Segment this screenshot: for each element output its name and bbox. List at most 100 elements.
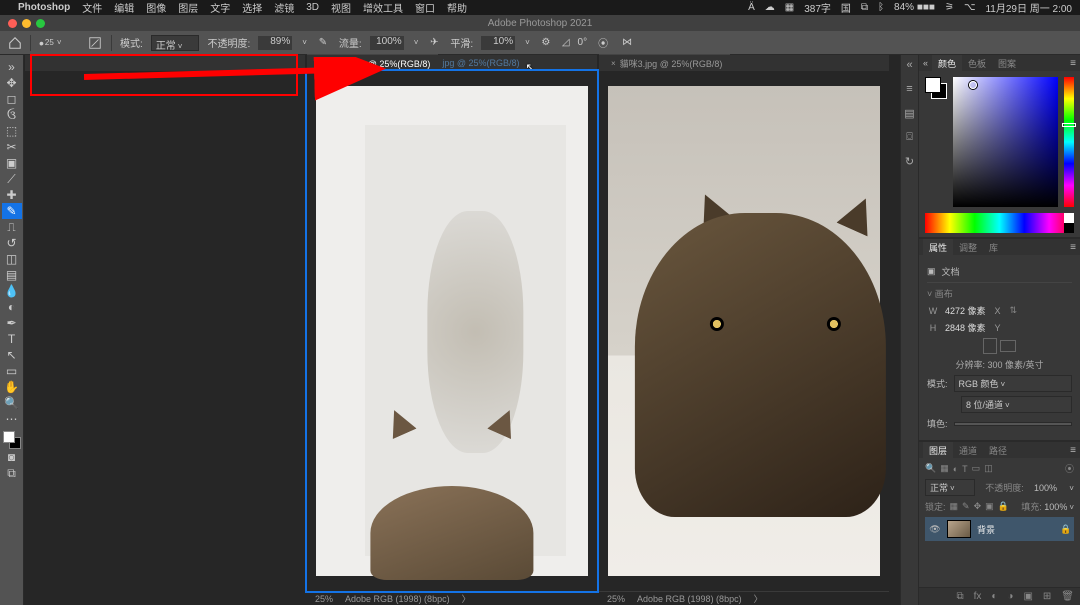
dock-panel-icon[interactable]: ↻ — [903, 155, 917, 169]
screen-mode-icon[interactable]: ⧉ — [2, 465, 22, 481]
menu-image[interactable]: 图像 — [146, 0, 166, 15]
pressure-opacity-icon[interactable]: ✎ — [315, 35, 331, 51]
tab-properties[interactable]: 属性 — [923, 239, 953, 256]
dock-panel-icon[interactable]: ▤ — [903, 107, 917, 121]
move-tool[interactable]: ✥ — [2, 75, 22, 91]
healing-brush-tool[interactable]: ✚ — [2, 187, 22, 203]
canvas-height[interactable]: 2848 像素 — [945, 321, 986, 334]
pressure-size-icon[interactable]: ⦿ — [595, 35, 611, 51]
color-mode-select[interactable]: RGB 颜色 — [954, 375, 1072, 392]
document-pane-1[interactable] — [25, 55, 305, 605]
document-tab-3[interactable]: × 貓咪3.jpg @ 25%(RGB/8) — [599, 54, 730, 72]
tab-swatches[interactable]: 色板 — [962, 55, 992, 72]
delete-layer-icon[interactable]: 🗑 — [1061, 591, 1074, 602]
dodge-tool[interactable]: ◐ — [2, 299, 22, 315]
gradient-tool[interactable]: ▤ — [2, 267, 22, 283]
canvas-3[interactable] — [599, 71, 889, 591]
lock-transparency-icon[interactable]: ▦ — [950, 501, 959, 512]
color-profile[interactable]: Adobe RGB (1998) (8bpc) — [637, 594, 742, 604]
menu-type[interactable]: 文字 — [210, 0, 230, 15]
tab-close-icon[interactable]: × — [611, 59, 616, 68]
crop-tool[interactable]: ✂ — [2, 139, 22, 155]
eyedropper-tool[interactable]: ⟋ — [2, 171, 22, 187]
window-zoom[interactable] — [36, 19, 45, 28]
menu-layer[interactable]: 图层 — [178, 0, 198, 15]
smoothing-input[interactable]: 10% — [481, 36, 515, 50]
history-brush-tool[interactable]: ↺ — [2, 235, 22, 251]
fill-color-select[interactable] — [954, 422, 1072, 426]
marquee-tool[interactable]: ◻ — [2, 91, 22, 107]
layer-lock-icon[interactable]: 🔒 — [1060, 524, 1070, 535]
link-layers-icon[interactable]: ⧉ — [956, 591, 963, 602]
clock[interactable]: 11月29日 周一 2:00 — [985, 0, 1072, 15]
color-swatches[interactable] — [3, 431, 21, 449]
brush-preset-picker[interactable]: • 25 — [39, 34, 79, 52]
flag-icon[interactable]: 国 — [841, 0, 851, 15]
menu-window[interactable]: 窗口 — [415, 0, 435, 15]
tab-close-icon[interactable]: × — [319, 59, 324, 68]
panel-menu-icon[interactable]: ≡ — [1070, 58, 1076, 69]
filter-shape-icon[interactable]: ▭ — [972, 463, 981, 474]
layer-mask-icon[interactable]: ◐ — [991, 591, 997, 602]
spectrum-bar[interactable] — [925, 213, 1074, 233]
tab-color[interactable]: 颜色 — [932, 55, 962, 72]
window-close[interactable] — [8, 19, 17, 28]
home-button[interactable] — [8, 36, 22, 50]
opacity-input[interactable]: 89% — [258, 36, 292, 50]
quick-mask-icon[interactable]: ◙ — [2, 449, 22, 465]
lasso-tool[interactable]: ઉ — [2, 107, 22, 123]
zoom-tool[interactable]: 🔍 — [2, 395, 22, 411]
lock-position-icon[interactable]: ✥ — [974, 501, 982, 512]
filter-toggle[interactable]: ⦿ — [1065, 462, 1074, 475]
layer-filter-icon[interactable]: 🔍 — [925, 463, 936, 474]
filter-type-icon[interactable]: T — [962, 464, 968, 474]
layer-blend-select[interactable]: 正常 — [925, 479, 975, 496]
layer-opacity[interactable]: 100% — [1034, 483, 1057, 493]
canvas-1[interactable] — [25, 71, 305, 605]
battery-status[interactable]: 84% ■■■ — [894, 2, 935, 13]
dock-panel-icon[interactable]: ≡ — [903, 83, 917, 97]
angle-value[interactable]: 0° — [578, 37, 588, 48]
menu-select[interactable]: 选择 — [242, 0, 262, 15]
layer-row[interactable]: 👁 背景 🔒 — [925, 517, 1074, 541]
tab-libraries[interactable]: 库 — [983, 239, 1004, 256]
layer-group-icon[interactable]: ▣ — [1023, 591, 1032, 602]
lock-all-icon[interactable]: 🔒 — [998, 501, 1009, 512]
layer-visibility-icon[interactable]: 👁 — [929, 524, 941, 535]
brush-tool[interactable]: ✎ — [2, 203, 22, 219]
symmetry-icon[interactable]: ⋈ — [619, 35, 635, 51]
document-pane-2[interactable]: × 貓咪2.jpg @ 25%(RGB/8) jpg @ 25%(RGB/8) … — [307, 55, 597, 605]
lock-artboard-icon[interactable]: ▣ — [985, 501, 994, 512]
resolution-value[interactable]: 分辨率: 300 像素/英寸 — [927, 358, 1072, 371]
menu-view[interactable]: 视图 — [331, 0, 351, 15]
blur-tool[interactable]: 💧 — [2, 283, 22, 299]
edit-toolbar[interactable]: ⋯ — [2, 411, 22, 427]
wifi-icon[interactable]: ⚞ — [945, 2, 954, 13]
menu-3d[interactable]: 3D — [306, 2, 319, 13]
pen-tool[interactable]: ✒ — [2, 315, 22, 331]
bit-depth-select[interactable]: 8 位/通道 — [961, 396, 1072, 413]
expand-toolbar-icon[interactable]: » — [2, 59, 22, 75]
document-pane-3[interactable]: × 貓咪3.jpg @ 25%(RGB/8) 25% Adobe — [599, 55, 889, 605]
filter-pixel-icon[interactable]: ▦ — [940, 463, 949, 474]
app-menu[interactable]: Photoshop — [18, 2, 70, 13]
smoothing-options-icon[interactable]: ⚙ — [538, 35, 554, 51]
layer-name[interactable]: 背景 — [977, 523, 1054, 536]
foreground-color[interactable] — [3, 431, 15, 443]
orientation-landscape-icon[interactable] — [1000, 340, 1016, 352]
control-center-icon[interactable]: ⌥ — [964, 2, 976, 13]
menu-filter[interactable]: 滤镜 — [274, 0, 294, 15]
rectangle-tool[interactable]: ▭ — [2, 363, 22, 379]
blend-mode-select[interactable]: 正常 — [151, 35, 200, 51]
lock-pixels-icon[interactable]: ✎ — [962, 501, 970, 512]
menu-help[interactable]: 帮助 — [447, 0, 467, 15]
object-selection-tool[interactable]: ⬚ — [2, 123, 22, 139]
trello-icon[interactable]: ▦ — [785, 2, 794, 13]
eraser-tool[interactable]: ◫ — [2, 251, 22, 267]
zoom-level[interactable]: 25% — [315, 594, 333, 604]
menu-file[interactable]: 文件 — [82, 0, 102, 15]
bluetooth-icon[interactable]: ᛒ — [878, 2, 884, 13]
orientation-portrait-icon[interactable] — [983, 338, 997, 354]
flow-input[interactable]: 100% — [370, 36, 404, 50]
hand-tool[interactable]: ✋ — [2, 379, 22, 395]
